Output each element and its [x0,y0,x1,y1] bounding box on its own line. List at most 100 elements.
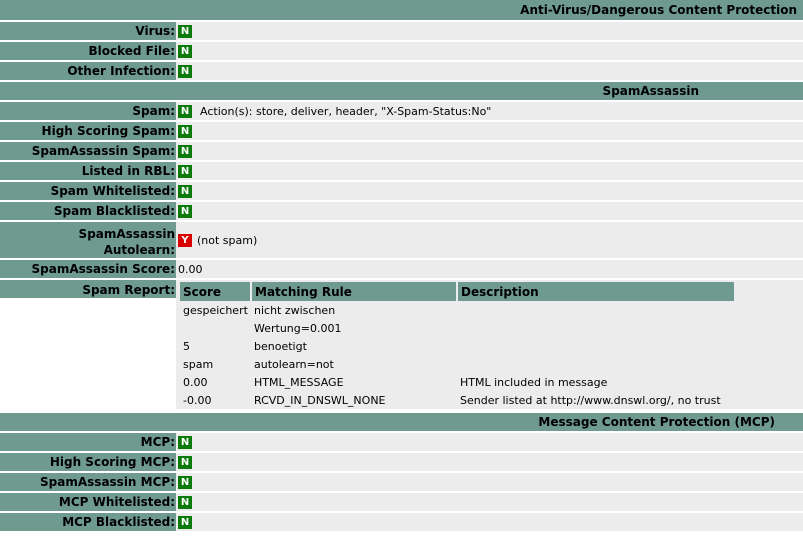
table-row: gespeichert nicht zwischen [180,301,735,319]
mcp-row: MCP: N [0,433,803,453]
report-cell-rule: HTML_MESSAGE [254,375,344,389]
high-scoring-mcp-row: High Scoring MCP: N [0,453,803,473]
spamassassin-spam-row: SpamAssassin Spam: N [0,142,803,162]
spam-row: Spam: N Action(s): store, deliver, heade… [0,102,803,122]
table-row: spam autolearn=not [180,355,735,373]
report-cell-score: spam [183,357,214,371]
report-cell-description [457,355,735,373]
status-badge: N [178,515,192,529]
row-value: N [176,433,803,451]
row-label-line2: Autolearn: [103,243,175,257]
report-cell-rule: Wertung=0.001 [254,321,342,335]
report-cell-rule: benoetigt [254,339,307,353]
other-infection-row: Other Infection: N [0,62,803,82]
message-detail-panel: Anti-Virus/Dangerous Content Protection … [0,0,803,533]
status-badge: N [178,64,192,78]
row-value: N [176,122,803,140]
status-badge: N [178,144,192,158]
spamassassin-score-row: SpamAssassin Score: 0.00 [0,260,803,280]
row-label: Other Infection: [0,62,176,80]
virus-row: Virus: N [0,22,803,42]
row-value: N [176,182,803,200]
spam-blacklisted-row: Spam Blacklisted: N [0,202,803,222]
col-header-rule: Matching Rule [251,282,458,301]
row-label: Blocked File: [0,42,176,60]
report-cell-score: 5 [183,339,190,353]
table-row: 0.00 HTML_MESSAGE HTML included in messa… [180,373,735,391]
table-row: -0.00 RCVD_IN_DNSWL_NONE Sender listed a… [180,391,735,409]
status-badge: N [178,44,192,58]
row-value: Y (not spam) [176,222,803,258]
row-value: 0.00 [176,260,803,278]
spamassassin-autolearn-row: SpamAssassin Autolearn: Y (not spam) [0,222,803,260]
section-title: SpamAssassin [602,84,699,98]
row-label-line1: SpamAssassin [78,227,175,241]
row-value: N [176,453,803,471]
row-label: MCP Blacklisted: [0,513,176,531]
blocked-file-row: Blocked File: N [0,42,803,62]
section-title: Anti-Virus/Dangerous Content Protection [520,3,797,17]
report-cell-rule: nicht zwischen [254,303,336,317]
section-header-spamassassin: SpamAssassin [0,82,803,102]
score-value: 0.00 [178,262,203,276]
row-value: N [176,473,803,491]
row-label: High Scoring MCP: [0,453,176,471]
row-value: N [176,22,803,40]
report-cell-rule: RCVD_IN_DNSWL_NONE [254,393,386,407]
status-badge: N [178,184,192,198]
row-label: Spam Report: [0,280,176,298]
spam-report-row: Spam Report: Score Matching Rule Descrip… [0,280,803,413]
row-value: N [176,162,803,180]
mcp-whitelisted-row: MCP Whitelisted: N [0,493,803,513]
report-cell-score: 0.00 [183,375,208,389]
status-badge: N [178,124,192,138]
high-scoring-spam-row: High Scoring Spam: N [0,122,803,142]
status-badge: N [178,104,192,118]
row-label: SpamAssassin MCP: [0,473,176,491]
report-cell-description [457,301,735,319]
row-label: Spam Whitelisted: [0,182,176,200]
report-cell-rule: autolearn=not [254,357,334,371]
row-value: N [176,62,803,80]
spam-report-container: Score Matching Rule Description gespeich… [176,280,803,409]
spamassassin-mcp-row: SpamAssassin MCP: N [0,473,803,493]
mcp-blacklisted-row: MCP Blacklisted: N [0,513,803,533]
autolearn-note: (not spam) [197,233,258,247]
status-badge: N [178,204,192,218]
row-value: N [176,142,803,160]
spam-whitelisted-row: Spam Whitelisted: N [0,182,803,202]
row-value: N Action(s): store, deliver, header, "X-… [176,102,803,120]
report-header-row: Score Matching Rule Description [180,282,736,301]
row-value: N [176,513,803,531]
row-value: N [176,202,803,220]
section-header-antivirus: Anti-Virus/Dangerous Content Protection [0,0,803,22]
table-row: 5 benoetigt [180,337,735,355]
status-badge: N [178,24,192,38]
section-title: Message Content Protection (MCP) [538,415,775,429]
report-cell-description [457,337,735,355]
row-label: MCP: [0,433,176,451]
row-label: SpamAssassin Autolearn: [0,222,176,258]
col-header-description: Description [457,282,736,301]
status-badge: N [178,455,192,469]
section-header-mcp: Message Content Protection (MCP) [0,413,803,433]
report-cell-score [180,319,251,337]
row-label: SpamAssassin Score: [0,260,176,278]
row-label: High Scoring Spam: [0,122,176,140]
report-cell-score: -0.00 [183,393,212,407]
col-header-score: Score [180,282,252,301]
report-cell-description: Sender listed at http://www.dnswl.org/, … [460,393,721,407]
row-label: Spam: [0,102,176,120]
spam-action-text: Action(s): store, deliver, header, "X-Sp… [200,104,492,118]
listed-in-rbl-row: Listed in RBL: N [0,162,803,182]
report-cell-description [457,319,735,337]
status-badge: Y [178,233,192,247]
report-cell-description: HTML included in message [460,375,608,389]
report-cell-score: gespeichert [183,303,248,317]
spam-report-table: Score Matching Rule Description gespeich… [180,282,736,409]
row-label: Spam Blacklisted: [0,202,176,220]
row-value: N [176,42,803,60]
row-value: N [176,493,803,511]
status-badge: N [178,164,192,178]
row-label: MCP Whitelisted: [0,493,176,511]
